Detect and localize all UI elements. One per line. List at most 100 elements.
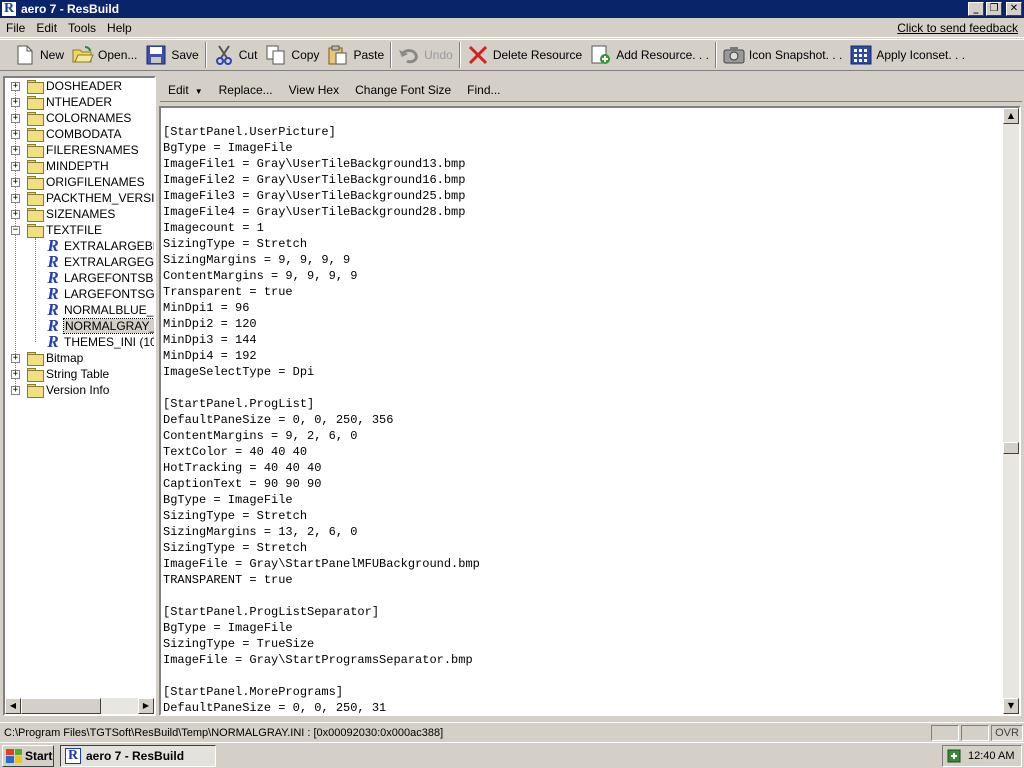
find-button[interactable]: Find... [459, 83, 508, 97]
scroll-down-icon[interactable]: ▼ [1003, 698, 1019, 714]
tree-item-label: ORIGFILENAMES [46, 175, 145, 189]
tree-item-label: NTHEADER [46, 95, 113, 109]
editor-line: SizingType = Stretch [163, 237, 308, 251]
apply-iconset-button[interactable]: Apply Iconset. . . [846, 41, 969, 69]
open-button[interactable]: Open... [68, 41, 141, 69]
save-floppy-icon [145, 44, 167, 66]
tree-item[interactable]: + MINDEPTH [11, 158, 109, 174]
editor-text: [StartPanel.UserPicture] BgType = ImageFi… [163, 124, 480, 715]
camera-icon [723, 44, 745, 66]
tree-item-label: SIZENAMES [46, 207, 116, 221]
expand-icon[interactable]: + [11, 161, 20, 171]
restore-button[interactable]: ❐ [986, 2, 1002, 16]
expand-icon[interactable]: + [11, 369, 20, 379]
paste-button[interactable]: Paste [323, 41, 388, 69]
close-button[interactable]: ✕ [1006, 2, 1022, 16]
editor-vertical-scrollbar[interactable]: ▲ ▼ [1003, 108, 1019, 714]
menu-tools[interactable]: Tools [62, 21, 101, 35]
tree-item[interactable]: + DOSHEADER [11, 78, 122, 94]
scroll-thumb[interactable] [21, 698, 101, 714]
tree-connector [35, 238, 36, 342]
tree-child-item[interactable]: R EXTRALARGEBLI [45, 237, 154, 254]
editor-line: MinDpi3 = 144 [163, 333, 257, 347]
start-label: Start [25, 748, 53, 763]
scroll-right-icon[interactable]: ▶ [138, 698, 154, 714]
add-resource-button[interactable]: Add Resource. . . [586, 41, 713, 69]
tree-child-item[interactable]: R THEMES_INI (103 [45, 332, 154, 351]
delete-resource-button[interactable]: Delete Resource [463, 41, 586, 69]
iconset-grid-icon [850, 44, 872, 66]
menu-help[interactable]: Help [101, 21, 137, 35]
save-button[interactable]: Save [141, 41, 202, 69]
folder-icon [27, 368, 44, 382]
tree-item-label: LARGEFONTSGR [64, 287, 156, 301]
taskbar: Start R aero 7 - ResBuild 12:40 AM [0, 742, 1024, 768]
icon-snapshot-button[interactable]: Icon Snapshot. . . [719, 41, 846, 69]
undo-button[interactable]: Undo [394, 41, 457, 69]
app-icon[interactable]: R [1, 1, 17, 17]
tree-item[interactable]: + PACKTHEM_VERSIO [11, 190, 156, 206]
expand-icon[interactable]: + [11, 193, 20, 203]
resource-tree[interactable]: + DOSHEADER + NTHEADER + COLORNAMES + CO… [3, 76, 156, 716]
view-hex-button[interactable]: View Hex [281, 83, 347, 97]
taskbar-window-button[interactable]: R aero 7 - ResBuild [60, 744, 216, 767]
expand-icon[interactable]: + [11, 113, 20, 123]
scroll-thumb[interactable] [1003, 442, 1019, 454]
scroll-left-icon[interactable]: ◀ [5, 698, 21, 714]
editor-line: ImageFile4 = Gray\UserTileBackground28.b… [163, 205, 466, 219]
new-file-icon [14, 44, 36, 66]
undo-label: Undo [424, 48, 453, 62]
tree-item[interactable]: + COLORNAMES [11, 110, 131, 126]
send-feedback-link[interactable]: Click to send feedback [897, 21, 1018, 35]
start-button[interactable]: Start [2, 744, 54, 767]
tree-child-item-selected[interactable]: R NORMALGRAY_II [45, 317, 154, 334]
expand-icon[interactable]: + [11, 145, 20, 155]
editor-line: MinDpi2 = 120 [163, 317, 257, 331]
expand-icon[interactable]: + [11, 385, 20, 395]
tree-item[interactable]: + NTHEADER [11, 94, 112, 110]
toolbar-separator [458, 42, 461, 68]
editor-line: MinDpi4 = 192 [163, 349, 257, 363]
resource-r-icon: R [47, 332, 59, 351]
clock[interactable]: 12:40 AM [968, 750, 1014, 762]
editor-line: ImageFile2 = Gray\UserTileBackground16.b… [163, 173, 466, 187]
cut-button[interactable]: Cut [209, 41, 262, 69]
minimize-button[interactable]: _ [968, 2, 984, 16]
editor-line: TextColor = 40 40 40 [163, 445, 308, 459]
tree-item[interactable]: + Bitmap [11, 350, 83, 366]
expand-icon[interactable]: + [11, 129, 20, 139]
menu-file[interactable]: File [0, 21, 30, 35]
expand-icon[interactable]: + [11, 353, 20, 363]
editor-line: DefaultPaneSize = 0, 0, 250, 31 [163, 701, 387, 715]
tree-item[interactable]: + FILERESNAMES [11, 142, 139, 158]
expand-icon[interactable]: + [11, 97, 20, 107]
tree-item[interactable]: + COMBODATA [11, 126, 122, 142]
expand-icon[interactable]: + [11, 81, 20, 91]
editor-line: [StartPanel.ProgList] [163, 397, 315, 411]
tree-child-item[interactable]: R LARGEFONTSBLI [45, 269, 154, 286]
menu-edit[interactable]: Edit [30, 21, 62, 35]
tray-app-icon[interactable] [946, 748, 962, 764]
tree-item[interactable]: + String Table [11, 366, 109, 382]
expand-icon[interactable]: + [11, 209, 20, 219]
edit-dropdown[interactable]: Edit ▼ [160, 83, 211, 97]
text-editor[interactable]: [StartPanel.UserPicture] BgType = ImageFi… [159, 106, 1021, 716]
replace-button[interactable]: Replace... [211, 83, 281, 97]
expand-icon[interactable]: + [11, 177, 20, 187]
editor-line: SizingMargins = 13, 2, 6, 0 [163, 525, 358, 539]
tree-item-label: String Table [46, 367, 110, 381]
tree-item[interactable]: + Version Info [11, 382, 109, 398]
tree-child-item[interactable]: R LARGEFONTSGR [45, 285, 156, 302]
tree-item-label: PACKTHEM_VERSIO [46, 191, 156, 205]
menu-bar: File Edit Tools Help Click to send feedb… [0, 18, 1024, 38]
scroll-up-icon[interactable]: ▲ [1003, 108, 1019, 124]
collapse-icon[interactable]: − [11, 225, 20, 235]
tree-item[interactable]: + SIZENAMES [11, 206, 115, 222]
tree-child-item[interactable]: R NORMALBLUE_IN [45, 301, 154, 318]
tree-horizontal-scrollbar[interactable]: ◀ ▶ [5, 698, 154, 714]
change-font-size-button[interactable]: Change Font Size [347, 83, 459, 97]
new-button[interactable]: New [10, 41, 68, 69]
tree-item[interactable]: + ORIGFILENAMES [11, 174, 145, 190]
tree-child-item[interactable]: R EXTRALARGEGR [45, 253, 154, 270]
copy-button[interactable]: Copy [261, 41, 323, 69]
